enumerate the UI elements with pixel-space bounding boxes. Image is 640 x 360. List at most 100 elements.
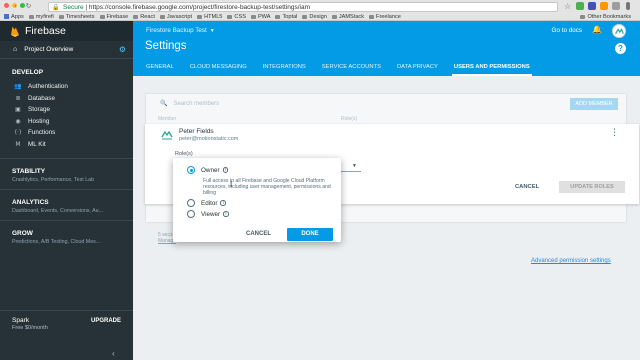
bookmark-pwa[interactable]: PWA — [250, 14, 270, 20]
folder-icon — [331, 14, 337, 19]
tab-cloud-messaging[interactable]: CLOUD MESSAGING — [182, 59, 255, 76]
sidebar-header[interactable]: Firebase — [0, 21, 133, 41]
menu-icon[interactable] — [626, 2, 630, 10]
folder-icon — [197, 14, 203, 19]
role-dropdown: Owner i Full access to all Firebase and … — [173, 158, 341, 242]
bookmark-javascript[interactable]: Javascript — [159, 14, 192, 20]
sidebar-item-project-overview[interactable]: ⌂ Project Overview ⚙ — [0, 41, 133, 59]
upgrade-button[interactable]: UPGRADE — [91, 318, 121, 324]
address-bar[interactable]: 🔒 Secure | https://console.firebase.goog… — [48, 2, 558, 12]
cancel-button[interactable]: CANCEL — [515, 184, 539, 190]
sidebar-item-storage[interactable]: ▣ Storage — [0, 104, 133, 116]
reload-icon[interactable]: ↻ — [26, 2, 35, 10]
bookmark-toptal[interactable]: Toptal — [275, 14, 297, 20]
radio-unselected[interactable] — [187, 210, 195, 218]
tab-integrations[interactable]: INTEGRATIONS — [255, 59, 314, 76]
sidebar-item-hosting[interactable]: ◉ Hosting — [0, 116, 133, 128]
update-roles-button[interactable]: UPDATE ROLES — [559, 181, 625, 193]
column-header-member: Member — [158, 116, 177, 122]
extension-icon[interactable] — [612, 2, 620, 10]
go-to-docs-link[interactable]: Go to docs — [552, 27, 582, 34]
sidebar: Firebase ⌂ Project Overview ⚙ DEVELOP 👥 A… — [0, 21, 133, 360]
tab-general[interactable]: GENERAL — [138, 59, 182, 76]
help-icon[interactable]: ? — [615, 43, 626, 54]
role-option-owner[interactable]: Owner i — [187, 166, 229, 174]
database-icon: ≣ — [15, 94, 21, 102]
home-icon: ⌂ — [13, 46, 18, 53]
sidebar-item-label: Project Overview — [24, 46, 74, 53]
extension-icon[interactable] — [600, 2, 608, 10]
bookmark-firebase[interactable]: Firebase — [99, 14, 128, 20]
sidebar-item-authentication[interactable]: 👥 Authentication — [0, 81, 133, 93]
tab-service-accounts[interactable]: SERVICE ACCOUNTS — [314, 59, 389, 76]
info-icon[interactable]: i — [222, 167, 229, 173]
tab-users-and-permissions[interactable]: USERS AND PERMISSIONS — [446, 59, 538, 76]
info-icon[interactable]: i — [223, 211, 229, 217]
bookmark-react[interactable]: React — [133, 14, 155, 20]
radio-unselected[interactable] — [187, 199, 195, 207]
search-icon: 🔍 — [160, 101, 168, 107]
advanced-permission-settings-link[interactable]: Advanced permission settings — [531, 258, 611, 264]
group-subtitle: Predictions, A/B Testing, Cloud Mes... — [12, 239, 101, 245]
folder-icon — [275, 14, 281, 19]
bookmarks-bar: Apps myfirefi Timesheets Firebase React … — [0, 12, 640, 21]
bookmark-design[interactable]: Design — [302, 14, 327, 20]
roles-label: Role(s) — [175, 151, 193, 157]
done-button[interactable]: DONE — [287, 228, 333, 241]
sidebar-item-ml-kit[interactable]: M ML Kit — [0, 139, 133, 151]
sidebar-group-analytics[interactable]: ANALYTICS Dashboard, Events, Conversions… — [0, 189, 133, 220]
search-placeholder: Search members — [173, 101, 220, 107]
bookmark-myfirefi[interactable]: myfirefi — [28, 14, 54, 20]
add-member-button[interactable]: ADD MEMBER — [570, 98, 618, 110]
extension-icon[interactable] — [576, 2, 584, 10]
functions-icon: (·) — [14, 129, 22, 137]
hosting-icon: ◉ — [15, 117, 21, 125]
bookmark-html5[interactable]: HTML5 — [197, 14, 222, 20]
folder-icon — [580, 14, 586, 19]
dropdown-cancel-button[interactable]: CANCEL — [246, 231, 271, 237]
group-title: ANALYTICS — [12, 199, 49, 206]
collapse-sidebar-icon[interactable]: ‹ — [112, 349, 115, 358]
bookmark-apps[interactable]: Apps — [4, 14, 24, 20]
gear-icon[interactable]: ⚙ — [119, 45, 126, 54]
bookmark-freelance[interactable]: Freelance — [369, 14, 401, 20]
sidebar-item-database[interactable]: ≣ Database — [0, 93, 133, 105]
bookmark-star-icon[interactable]: ☆ — [564, 2, 571, 11]
plan-panel: Spark Free $0/month UPGRADE — [0, 310, 133, 350]
member-email: peter@motionstatic.com — [179, 136, 239, 142]
extension-icon[interactable] — [588, 2, 596, 10]
bookmark-css[interactable]: CSS — [227, 14, 246, 20]
tab-data-privacy[interactable]: DATA PRIVACY — [389, 59, 446, 76]
section-title: DEVELOP — [12, 69, 44, 76]
page-title: Settings — [145, 40, 187, 52]
sidebar-group-grow[interactable]: GROW Predictions, A/B Testing, Cloud Mes… — [0, 220, 133, 251]
apps-icon — [4, 14, 9, 19]
close-window-button[interactable] — [4, 3, 9, 8]
group-title: STABILITY — [12, 168, 46, 175]
group-subtitle: Dashboard, Events, Conversions, Au... — [12, 208, 103, 214]
folder-icon — [302, 14, 308, 19]
bell-icon[interactable]: 🔔 — [592, 25, 602, 34]
folder-icon — [159, 14, 165, 19]
bookmark-jamstack[interactable]: JAMStack — [331, 14, 364, 20]
more-options-icon[interactable]: ⋮ — [610, 128, 619, 138]
members-search[interactable]: 🔍 Search members — [160, 100, 219, 107]
info-icon[interactable]: i — [220, 200, 226, 206]
settings-tabs: GENERAL CLOUD MESSAGING INTEGRATIONS SER… — [133, 59, 640, 76]
member-name: Peter Fields — [179, 128, 214, 135]
other-bookmarks[interactable]: Other Bookmarks — [580, 14, 631, 20]
role-option-viewer[interactable]: Viewer i — [187, 210, 229, 218]
secure-label: Secure — [63, 4, 84, 11]
brand-name: Firebase — [25, 25, 66, 37]
sidebar-item-functions[interactable]: (·) Functions — [0, 127, 133, 139]
bookmark-timesheets[interactable]: Timesheets — [58, 14, 95, 20]
radio-selected[interactable] — [187, 166, 195, 174]
role-option-editor[interactable]: Editor i — [187, 199, 226, 207]
folder-icon — [58, 14, 64, 19]
folder-icon — [133, 14, 139, 19]
avatar[interactable] — [612, 24, 626, 38]
option-label: Editor — [201, 199, 218, 207]
project-selector[interactable]: Firestore Backup Test ▼ — [146, 27, 215, 34]
sidebar-group-stability[interactable]: STABILITY Crashlytics, Performance, Test… — [0, 158, 133, 189]
folder-icon — [99, 14, 105, 19]
